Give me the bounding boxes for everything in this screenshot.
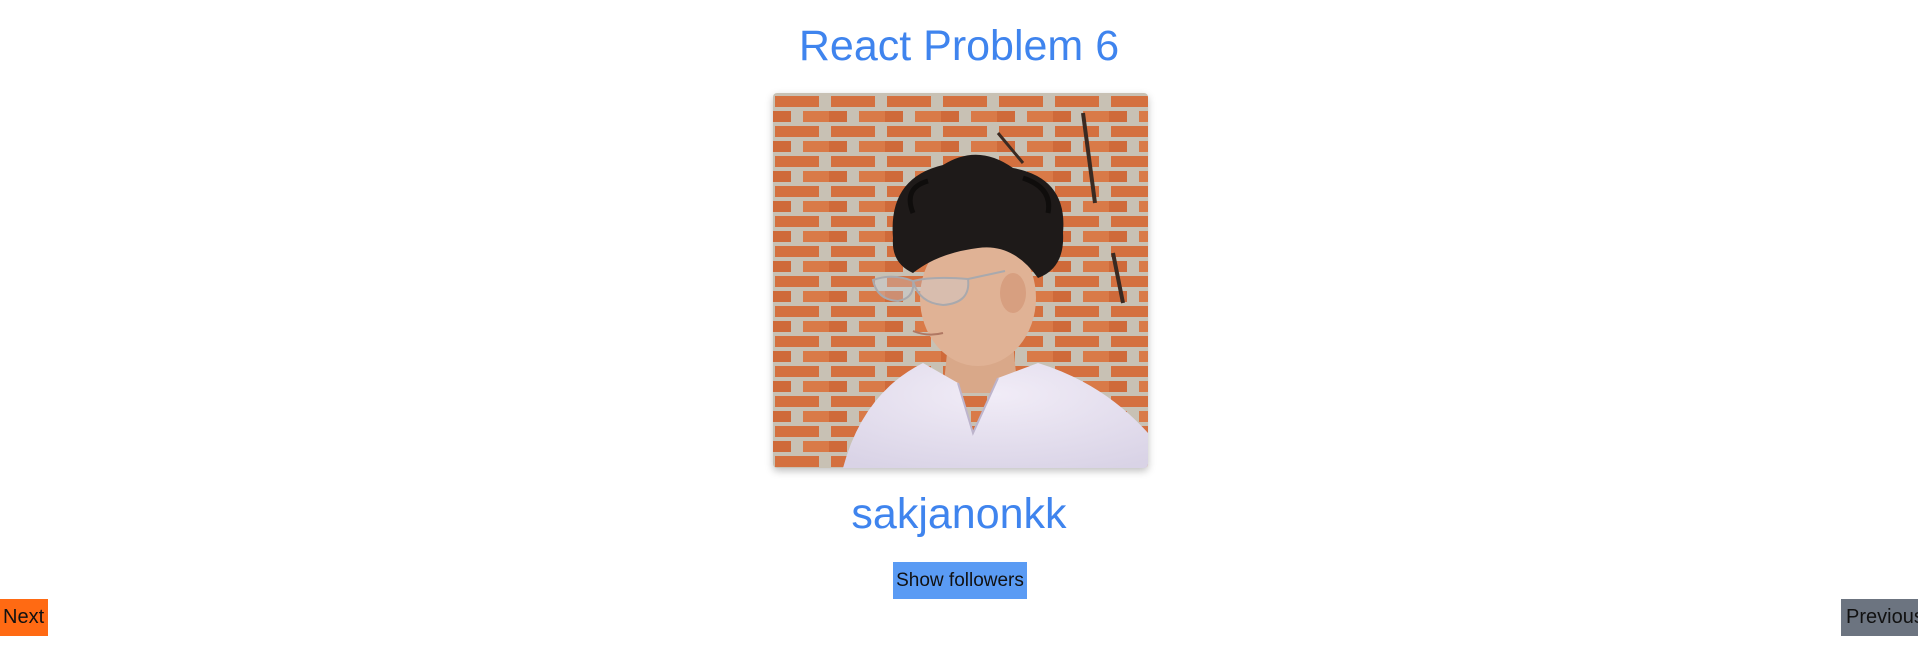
- previous-button[interactable]: Previous: [1841, 599, 1918, 636]
- avatar-photo: [773, 93, 1148, 468]
- username: sakjanonkk: [851, 490, 1067, 538]
- page: React Problem 6 sakjanonkk Show follower…: [0, 0, 1918, 672]
- next-button[interactable]: Next: [0, 599, 48, 636]
- show-followers-button[interactable]: Show followers: [893, 562, 1027, 599]
- avatar: [773, 93, 1148, 468]
- page-title: React Problem 6: [798, 22, 1120, 70]
